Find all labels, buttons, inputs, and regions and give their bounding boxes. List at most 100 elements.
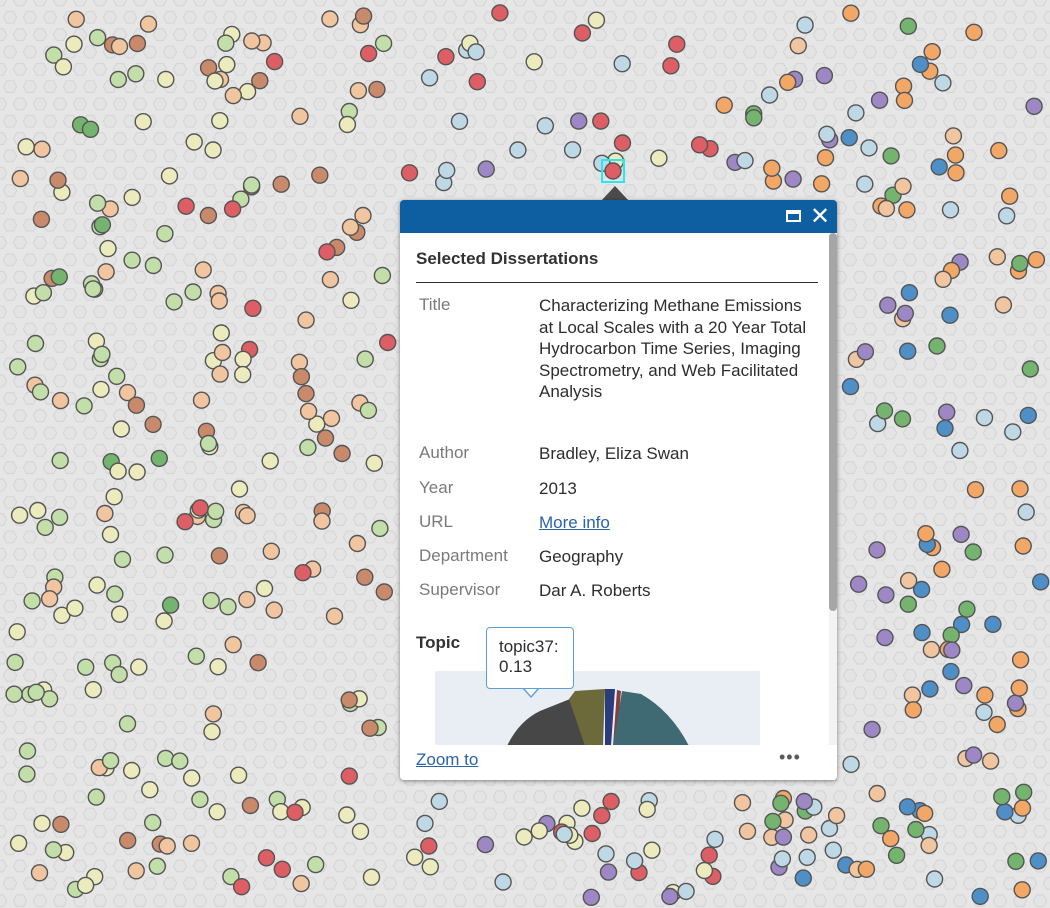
map-point[interactable] xyxy=(249,654,267,672)
map-point[interactable] xyxy=(467,43,485,61)
map-point[interactable] xyxy=(738,822,757,840)
map-point[interactable] xyxy=(238,507,256,525)
map-point[interactable] xyxy=(971,887,989,906)
map-point[interactable] xyxy=(6,653,24,672)
map-point[interactable] xyxy=(824,841,842,859)
map-point[interactable] xyxy=(928,337,946,355)
map-point[interactable] xyxy=(877,586,895,604)
map-point[interactable] xyxy=(638,800,656,819)
map-point[interactable] xyxy=(349,81,368,100)
map-point[interactable] xyxy=(36,518,54,537)
map-point[interactable] xyxy=(88,29,107,47)
map-point[interactable] xyxy=(900,284,919,302)
map-point[interactable] xyxy=(84,681,103,699)
map-point[interactable] xyxy=(354,206,372,225)
map-point[interactable] xyxy=(127,65,145,83)
map-point[interactable] xyxy=(161,596,180,614)
map-point[interactable] xyxy=(218,55,236,74)
map-point[interactable] xyxy=(643,841,661,859)
map-point[interactable] xyxy=(144,415,162,434)
map-point[interactable] xyxy=(127,862,145,880)
map-point[interactable] xyxy=(232,878,251,896)
map-point[interactable] xyxy=(321,270,340,289)
map-point[interactable] xyxy=(206,502,225,520)
map-point[interactable] xyxy=(876,628,894,647)
map-point[interactable] xyxy=(582,888,600,906)
map-point[interactable] xyxy=(109,462,127,480)
map-point[interactable] xyxy=(416,814,434,833)
map-point[interactable] xyxy=(536,117,554,135)
map-point[interactable] xyxy=(238,590,256,609)
map-point[interactable] xyxy=(292,368,311,386)
map-point[interactable] xyxy=(212,324,231,342)
map-point[interactable] xyxy=(1007,852,1025,870)
map-point[interactable] xyxy=(613,55,631,73)
map-point[interactable] xyxy=(921,680,939,698)
map-point[interactable] xyxy=(291,107,309,126)
map-point[interactable] xyxy=(898,201,916,219)
map-point[interactable] xyxy=(123,251,141,269)
map-point[interactable] xyxy=(50,268,68,286)
map-point[interactable] xyxy=(818,125,836,144)
map-point[interactable] xyxy=(143,813,162,832)
map-point[interactable] xyxy=(1029,852,1048,870)
map-point[interactable] xyxy=(958,600,976,618)
map-point[interactable] xyxy=(695,861,714,880)
map-point[interactable] xyxy=(211,111,229,130)
map-point[interactable] xyxy=(261,452,279,470)
map-point[interactable] xyxy=(109,70,128,89)
map-point[interactable] xyxy=(468,72,486,91)
map-point[interactable] xyxy=(348,534,367,553)
map-point[interactable] xyxy=(887,846,906,864)
map-point[interactable] xyxy=(297,311,315,329)
map-point[interactable] xyxy=(1011,480,1029,498)
map-point[interactable] xyxy=(438,161,456,180)
map-point[interactable] xyxy=(975,703,993,721)
map-point[interactable] xyxy=(272,175,290,193)
map-point[interactable] xyxy=(338,806,356,824)
map-point[interactable] xyxy=(856,175,874,193)
map-point[interactable] xyxy=(354,7,373,25)
map-point[interactable] xyxy=(996,803,1014,821)
map-point[interactable] xyxy=(340,691,358,709)
map-point[interactable] xyxy=(784,170,802,188)
map-point[interactable] xyxy=(311,166,329,184)
map-point[interactable] xyxy=(88,576,106,594)
map-point[interactable] xyxy=(421,858,439,876)
map-point[interactable] xyxy=(774,828,793,846)
map-point[interactable] xyxy=(841,377,860,396)
map-point[interactable] xyxy=(406,848,424,866)
map-point[interactable] xyxy=(450,112,469,131)
map-point[interactable] xyxy=(356,350,374,368)
map-point[interactable] xyxy=(11,169,29,188)
map-point[interactable] xyxy=(203,723,221,741)
map-point[interactable] xyxy=(917,525,935,543)
map-point[interactable] xyxy=(273,860,291,878)
map-point[interactable] xyxy=(88,194,107,212)
map-point[interactable] xyxy=(176,513,194,531)
map-point[interactable] xyxy=(1015,783,1033,801)
map-point[interactable] xyxy=(297,384,315,403)
map-point[interactable] xyxy=(599,863,618,881)
map-point[interactable] xyxy=(50,508,69,526)
map-point[interactable] xyxy=(194,261,212,279)
map-point[interactable] xyxy=(342,291,360,309)
map-point[interactable] xyxy=(97,263,115,281)
map-point[interactable] xyxy=(75,397,93,415)
map-point[interactable] xyxy=(993,788,1011,806)
map-point[interactable] xyxy=(941,201,960,219)
map-point[interactable] xyxy=(907,820,925,839)
map-point[interactable] xyxy=(868,784,886,803)
map-point[interactable] xyxy=(322,409,341,428)
map-point[interactable] xyxy=(107,367,126,385)
map-point[interactable] xyxy=(946,146,965,164)
map-point[interactable] xyxy=(922,640,941,659)
map-point[interactable] xyxy=(925,870,944,888)
map-point[interactable] xyxy=(51,391,70,410)
map-point[interactable] xyxy=(29,501,47,520)
map-point[interactable] xyxy=(1013,799,1032,817)
topic-pie-chart[interactable] xyxy=(435,671,760,745)
map-point[interactable] xyxy=(1031,573,1050,591)
map-point[interactable] xyxy=(779,73,797,92)
map-point[interactable] xyxy=(661,887,679,906)
